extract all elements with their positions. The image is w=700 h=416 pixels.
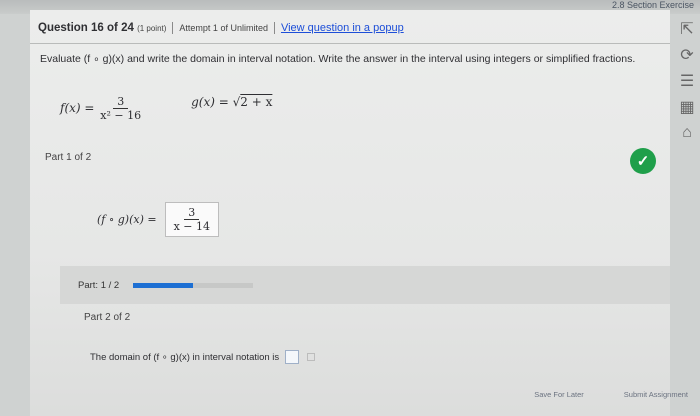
given-functions: f(x) = 3 x² − 16 g(x) = √2 + x xyxy=(60,95,272,122)
f-fraction: 3 x² − 16 xyxy=(98,95,143,122)
part-2-label: Part 2 of 2 xyxy=(84,312,131,323)
small-box-icon xyxy=(307,353,316,361)
correct-check-icon: ✓ xyxy=(630,148,656,174)
save-for-later-button[interactable]: Save For Later xyxy=(534,390,584,410)
domain-answer-input[interactable] xyxy=(285,350,300,364)
part-2-panel: Part 2 of 2 The domain of (f ∘ g)(x) in … xyxy=(84,312,664,382)
instructions-text: Evaluate (f ∘ g)(x) and write the domain… xyxy=(40,53,636,65)
f-numerator: 3 xyxy=(113,95,129,109)
g-radicand: 2 + x xyxy=(240,95,273,109)
answer-denominator: x − 14 xyxy=(173,220,211,233)
footer-actions: Save For Later Submit Assignment xyxy=(0,390,700,410)
answer-input[interactable]: 3 x − 14 xyxy=(164,202,220,237)
calculator-icon[interactable]: ▦ xyxy=(678,98,696,116)
progress-bar xyxy=(133,282,254,288)
refresh-icon[interactable]: ⟳ xyxy=(678,46,696,64)
answer-numerator: 3 xyxy=(184,206,200,220)
exit-icon[interactable]: ⇱ xyxy=(678,20,696,38)
submit-assignment-button[interactable]: Submit Assignment xyxy=(624,390,688,410)
notes-icon[interactable]: ☰ xyxy=(678,72,696,90)
f-denominator: x² − 16 xyxy=(100,109,142,122)
library-icon[interactable]: ⌂ xyxy=(678,124,696,142)
part-1-answer: (f ∘ g)(x) = 3 x − 14 xyxy=(97,202,220,237)
progress-fill xyxy=(133,282,194,288)
function-f: f(x) = 3 x² − 16 xyxy=(60,95,143,122)
answer-lhs: (f ∘ g)(x) = xyxy=(97,213,157,226)
function-g: g(x) = √2 + x xyxy=(191,95,272,122)
part-1-panel: Part 1 of 2 (f ∘ g)(x) = 3 x − 14 xyxy=(45,152,670,247)
section-tag: 2.8 Section Exercise xyxy=(611,0,694,10)
f-label: f(x) = xyxy=(60,101,95,115)
answer-fraction: 3 x − 14 xyxy=(172,206,212,233)
g-label: g(x) = xyxy=(191,95,229,109)
part-progress: Part: 1 / 2 xyxy=(60,266,670,304)
right-toolbar: ⇱ ⟳ ☰ ▦ ⌂ xyxy=(674,20,700,142)
part-progress-label: Part: 1 / 2 xyxy=(78,279,120,291)
domain-question: The domain of (f ∘ g)(x) in interval not… xyxy=(90,350,316,364)
part-1-label: Part 1 of 2 xyxy=(45,152,92,163)
domain-prompt: The domain of (f ∘ g)(x) in interval not… xyxy=(90,351,280,363)
